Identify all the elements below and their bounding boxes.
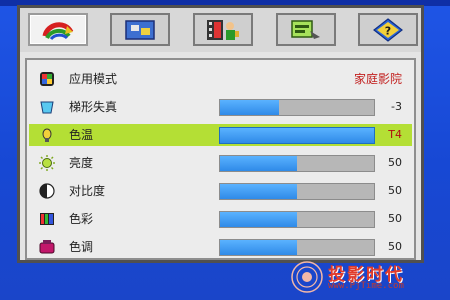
tint-icon <box>39 240 55 254</box>
watermark: 投影时代 www.PjTime.com <box>290 260 440 296</box>
tab-settings[interactable] <box>193 13 253 46</box>
menu-row-label: 亮度 <box>69 156 94 170</box>
menu-row-label: 对比度 <box>69 184 106 198</box>
slider-fill <box>220 184 297 199</box>
menu-row-value: -3 <box>391 100 402 113</box>
osd-menu-panel: ? 应用模式 家庭影院 梯形失真 -3 色温 T4 亮度 50 对比度 50 色… <box>17 5 424 263</box>
menu-row-tint[interactable]: 色调 50 <box>29 236 412 258</box>
menu-row-label: 应用模式 <box>69 72 118 86</box>
menu-row-keystone[interactable]: 梯形失真 -3 <box>29 96 412 118</box>
menu-row-value: 50 <box>388 156 402 169</box>
menu-row-value: 50 <box>388 212 402 225</box>
slider-fill <box>220 156 297 171</box>
tab-options[interactable] <box>276 13 336 46</box>
color-picture-icon <box>42 21 74 40</box>
slider-fill <box>220 240 297 255</box>
color-temp-slider[interactable] <box>219 127 375 144</box>
menu-row-label: 色温 <box>69 128 94 142</box>
mode-icon <box>40 72 54 86</box>
slider-fill <box>220 128 374 143</box>
color-temp-icon <box>42 128 52 142</box>
tab-help[interactable]: ? <box>358 13 418 46</box>
menu-row-color-temp[interactable]: 色温 T4 <box>29 124 412 146</box>
film-settings-icon <box>207 19 239 40</box>
tint-slider[interactable] <box>219 239 375 256</box>
contrast-icon <box>39 183 55 199</box>
tab-picture[interactable] <box>28 13 88 46</box>
watermark-logo-icon <box>291 261 323 293</box>
menu-row-value: 50 <box>388 240 402 253</box>
keystone-icon <box>40 101 54 114</box>
contrast-slider[interactable] <box>219 183 375 200</box>
tab-bar: ? <box>20 8 421 52</box>
menu-row-brightness[interactable]: 亮度 50 <box>29 152 412 174</box>
menu-row-value: 家庭影院 <box>353 72 402 86</box>
menu-row-app-mode[interactable]: 应用模式 家庭影院 <box>29 68 412 90</box>
keystone-slider[interactable] <box>219 99 375 116</box>
menu-row-saturation[interactable]: 色彩 50 <box>29 208 412 230</box>
menu-row-contrast[interactable]: 对比度 50 <box>29 180 412 202</box>
menu-row-label: 梯形失真 <box>69 100 118 114</box>
brightness-icon <box>39 155 55 171</box>
slider-fill <box>220 100 279 115</box>
help-icon: ? <box>373 17 403 42</box>
saturation-slider[interactable] <box>219 211 375 228</box>
menu-row-label: 色调 <box>69 240 94 254</box>
tab-screen[interactable] <box>110 13 170 46</box>
svg-text:?: ? <box>385 24 391 37</box>
projector-screen: ? 应用模式 家庭影院 梯形失真 -3 色温 T4 亮度 50 对比度 50 色… <box>0 0 450 300</box>
screen-setup-icon <box>125 19 155 40</box>
options-icon <box>291 19 320 39</box>
slider-fill <box>220 212 297 227</box>
brightness-slider[interactable] <box>219 155 375 172</box>
saturation-icon <box>40 213 54 225</box>
watermark-url: www.PjTime.com <box>328 281 404 291</box>
menu-row-value: 50 <box>388 184 402 197</box>
menu-row-value: T4 <box>388 128 402 141</box>
menu-row-label: 色彩 <box>69 212 94 226</box>
menu-list: 应用模式 家庭影院 梯形失真 -3 色温 T4 亮度 50 对比度 50 色彩 … <box>25 58 416 260</box>
